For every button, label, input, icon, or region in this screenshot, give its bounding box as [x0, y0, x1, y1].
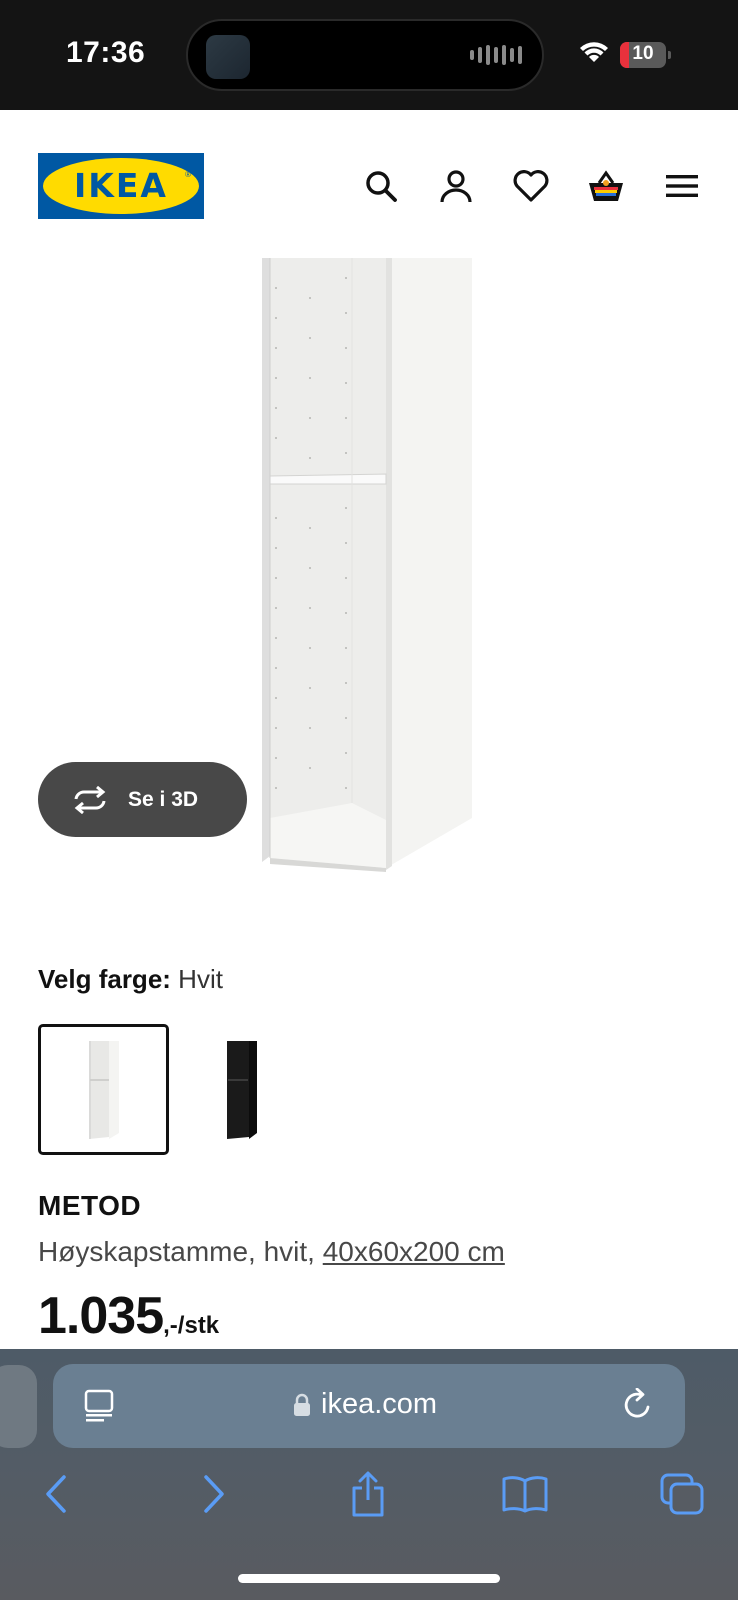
- rotate-3d-icon: [74, 785, 106, 814]
- view-3d-label: Se i 3D: [128, 787, 199, 811]
- wifi-icon: [580, 42, 608, 62]
- url-text: ikea.com: [321, 1388, 438, 1420]
- color-selector-label: Velg farge: Hvit: [38, 964, 223, 994]
- share-button[interactable]: [344, 1470, 392, 1518]
- clock: 17:36: [66, 36, 146, 69]
- tabs-icon: [660, 1473, 704, 1515]
- home-indicator[interactable]: [238, 1574, 500, 1583]
- view-3d-button[interactable]: Se i 3D: [38, 762, 247, 837]
- heart-icon[interactable]: [511, 166, 551, 206]
- product-price: 1.035,-/stk: [38, 1287, 220, 1345]
- product-description: Høyskapstamme, hvit, 40x60x200 cm: [38, 1236, 505, 1267]
- book-icon: [502, 1476, 548, 1513]
- reader-mode-icon[interactable]: [83, 1389, 115, 1423]
- status-bar: 17:36 10: [0, 0, 738, 110]
- app-thumbnail-icon: [206, 35, 250, 79]
- battery-indicator: 10: [620, 42, 671, 68]
- chevron-right-icon: [204, 1475, 224, 1513]
- menu-icon[interactable]: [662, 166, 702, 206]
- bookmarks-button[interactable]: [501, 1470, 549, 1518]
- share-icon: [352, 1471, 384, 1517]
- account-icon[interactable]: [436, 166, 476, 206]
- previous-tab-peek[interactable]: [0, 1365, 37, 1448]
- ikea-logo[interactable]: IKEA ®: [38, 153, 204, 219]
- audio-wave-icon: [470, 45, 522, 65]
- search-icon[interactable]: [361, 166, 401, 206]
- tabs-button[interactable]: [658, 1470, 706, 1518]
- product-image[interactable]: [262, 258, 476, 872]
- color-option-black[interactable]: [176, 1024, 307, 1155]
- back-button[interactable]: [32, 1470, 80, 1518]
- lock-icon: [294, 1393, 310, 1416]
- product-size-link[interactable]: 40x60x200 cm: [323, 1236, 505, 1267]
- reload-icon[interactable]: [621, 1388, 655, 1422]
- chevron-left-icon: [46, 1475, 66, 1513]
- browser-toolbar: ikea.com: [0, 1349, 738, 1600]
- product-name: METOD: [38, 1190, 142, 1221]
- address-bar[interactable]: ikea.com: [53, 1364, 685, 1448]
- forward-button[interactable]: [190, 1470, 238, 1518]
- cart-icon[interactable]: [586, 166, 626, 206]
- dynamic-island[interactable]: [186, 19, 544, 91]
- color-option-white[interactable]: [38, 1024, 169, 1155]
